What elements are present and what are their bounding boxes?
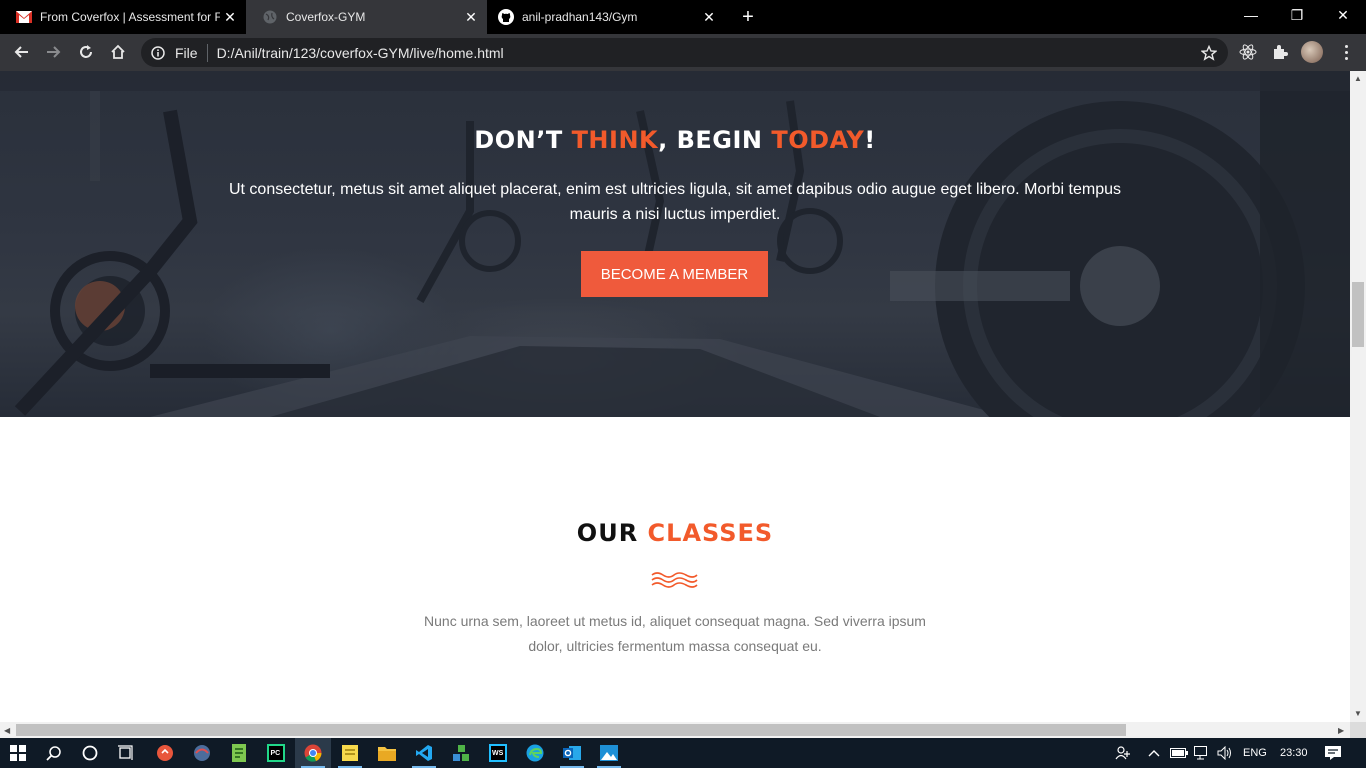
wave-divider-icon [651,572,698,588]
search-icon[interactable] [36,738,72,768]
scroll-down-arrow-icon[interactable]: ▼ [1354,710,1362,718]
close-icon[interactable]: ✕ [461,7,481,27]
divider [206,43,208,62]
tab-coverfox-gym[interactable]: Coverfox-GYM ✕ [246,0,487,34]
task-view-icon[interactable] [108,738,144,768]
network-app-icon[interactable] [443,738,479,768]
webstorm-icon[interactable]: WS [480,738,516,768]
restore-icon[interactable]: ❐ [1274,0,1320,30]
hero-title-accent: THINK [571,126,659,154]
edge-icon[interactable] [517,738,553,768]
scroll-right-arrow-icon[interactable]: ▶ [1338,726,1344,735]
scrollbar-corner [1350,722,1366,738]
outlook-icon[interactable] [554,738,590,768]
reload-icon[interactable] [73,39,99,65]
volume-icon[interactable] [1217,738,1233,768]
vertical-scroll-thumb[interactable] [1352,282,1364,347]
svg-text:PC: PC [271,750,281,757]
close-window-icon[interactable]: ✕ [1320,0,1366,30]
browser-toolbar: File D:/Anil/train/123/coverfox-GYM/live… [0,34,1366,71]
back-arrow-icon[interactable] [8,39,34,65]
page-viewport: DON’T THINK, BEGIN TODAY! Ut consectetur… [0,71,1350,722]
profile-avatar[interactable] [1301,41,1323,63]
menu-kebab-icon[interactable] [1336,41,1356,63]
globe-icon [262,9,278,25]
hero-title-text: DON’T [474,126,572,154]
clock[interactable]: 23:30 [1280,738,1308,768]
cortana-icon[interactable] [72,738,108,768]
chevron-up-icon[interactable] [1148,738,1160,768]
svg-text:WS: WS [492,750,504,757]
classes-title-text: OUR [576,519,648,547]
gmail-icon [16,9,32,25]
classes-description: Nunc urna sem, laoreet ut metus id, aliq… [424,613,926,654]
hero-section: DON’T THINK, BEGIN TODAY! Ut consectetur… [0,71,1350,417]
tab-title: anil-pradhan143/Gym [522,10,638,24]
info-icon[interactable] [150,45,166,61]
hero-description: Ut consectetur, metus sit amet aliquet p… [228,181,1121,223]
hero-content: DON’T THINK, BEGIN TODAY! Ut consectetur… [0,71,1350,417]
tab-title: Coverfox-GYM [286,10,366,24]
tab-github[interactable]: anil-pradhan143/Gym ✕ [482,0,725,34]
scroll-left-arrow-icon[interactable]: ◀ [4,726,10,735]
bookmark-star-icon[interactable] [1200,44,1218,62]
git-client-icon[interactable] [147,738,183,768]
battery-icon[interactable] [1170,738,1188,768]
hero-title-text: ! [864,126,876,154]
close-icon[interactable]: ✕ [220,7,240,27]
sticky-notes-icon[interactable] [332,738,368,768]
classes-title: OUR CLASSES [0,519,1350,547]
vscode-icon[interactable] [406,738,442,768]
windows-taskbar: PC WS ENG 23:30 [0,738,1366,768]
hero-title-accent: TODAY [771,126,865,154]
become-member-button[interactable]: BECOME A MEMBER [581,251,768,297]
horizontal-scroll-thumb[interactable] [16,724,1126,736]
extensions-puzzle-icon[interactable] [1270,42,1290,62]
react-devtools-icon[interactable] [1238,42,1258,62]
chrome-icon[interactable] [295,738,331,768]
minimize-icon[interactable]: — [1228,0,1274,30]
people-icon[interactable] [1115,738,1131,768]
vertical-scrollbar[interactable]: ▲ ▼ [1350,71,1366,722]
hero-title: DON’T THINK, BEGIN TODAY! [0,126,1350,154]
url-scheme: File [175,44,198,61]
pycharm-icon[interactable]: PC [258,738,294,768]
windows-start-icon[interactable] [0,738,36,768]
new-tab-button[interactable]: + [737,7,759,29]
tab-gmail[interactable]: From Coverfox | Assessment for F ✕ [0,0,246,34]
app-icon[interactable] [184,738,220,768]
address-bar[interactable]: File D:/Anil/train/123/coverfox-GYM/live… [141,38,1228,67]
network-icon[interactable] [1194,738,1210,768]
notepad-plus-icon[interactable] [221,738,257,768]
forward-arrow-icon[interactable] [41,39,67,65]
horizontal-scrollbar[interactable]: ◀ ▶ [0,722,1350,738]
close-icon[interactable]: ✕ [699,7,719,27]
github-icon [498,9,514,25]
language-indicator[interactable]: ENG [1243,738,1267,768]
home-icon[interactable] [105,39,131,65]
hero-title-text: , BEGIN [658,126,772,154]
photos-icon[interactable] [591,738,627,768]
file-explorer-icon[interactable] [369,738,405,768]
tab-title: From Coverfox | Assessment for F [40,10,220,24]
scroll-up-arrow-icon[interactable]: ▲ [1354,75,1362,83]
notification-center-icon[interactable] [1324,738,1342,768]
tab-strip: From Coverfox | Assessment for F ✕ Cover… [0,0,1366,34]
url-text[interactable]: D:/Anil/train/123/coverfox-GYM/live/home… [217,45,504,61]
classes-title-accent: CLASSES [647,519,774,547]
